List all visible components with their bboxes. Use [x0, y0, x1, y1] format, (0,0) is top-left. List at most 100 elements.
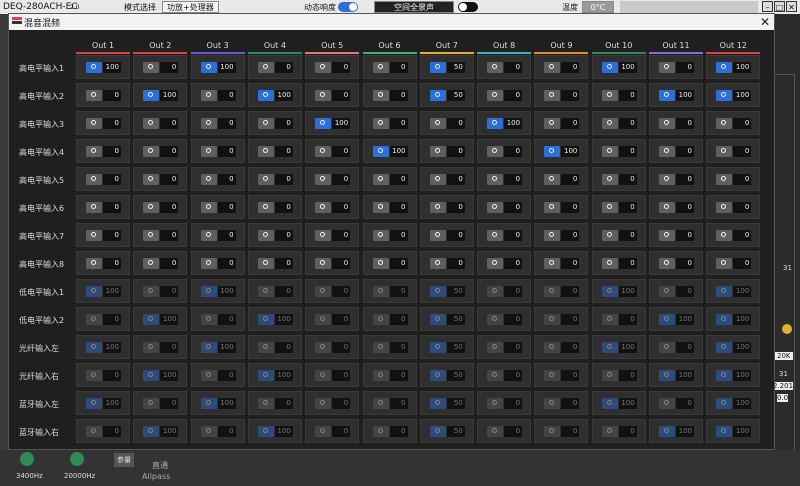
- power-toggle-icon[interactable]: [200, 342, 217, 353]
- power-toggle-icon[interactable]: [429, 62, 446, 73]
- power-toggle-icon[interactable]: [315, 258, 332, 269]
- mix-level-input[interactable]: 100: [217, 342, 236, 353]
- bg-knob-low-icon[interactable]: [20, 452, 34, 466]
- mix-level-input[interactable]: 0: [733, 146, 752, 157]
- mix-level-input[interactable]: 0: [274, 118, 293, 129]
- power-toggle-icon[interactable]: [257, 230, 274, 241]
- dynamic-loudness-toggle[interactable]: [338, 2, 358, 12]
- mix-level-input[interactable]: 0: [160, 258, 179, 269]
- mix-level-input[interactable]: 100: [733, 342, 752, 353]
- power-toggle-icon[interactable]: [544, 398, 561, 409]
- mix-level-input[interactable]: 0: [217, 146, 236, 157]
- mix-level-input[interactable]: 0: [103, 230, 121, 241]
- power-toggle-icon[interactable]: [487, 258, 504, 269]
- power-toggle-icon[interactable]: [86, 202, 102, 213]
- power-toggle-icon[interactable]: [372, 426, 389, 437]
- power-toggle-icon[interactable]: [601, 230, 618, 241]
- power-toggle-icon[interactable]: [200, 146, 217, 157]
- power-toggle-icon[interactable]: [429, 286, 446, 297]
- power-toggle-icon[interactable]: [372, 398, 389, 409]
- mix-level-input[interactable]: 0: [561, 426, 580, 437]
- mix-level-input[interactable]: 0: [676, 230, 694, 241]
- mix-level-input[interactable]: 0: [504, 174, 523, 185]
- power-toggle-icon[interactable]: [200, 202, 217, 213]
- power-toggle-icon[interactable]: [659, 90, 675, 101]
- power-toggle-icon[interactable]: [659, 62, 675, 73]
- mix-level-input[interactable]: 0: [561, 90, 580, 101]
- mix-level-input[interactable]: 0: [332, 62, 351, 73]
- power-toggle-icon[interactable]: [544, 90, 561, 101]
- power-toggle-icon[interactable]: [716, 286, 733, 297]
- mix-level-input[interactable]: 100: [160, 314, 179, 325]
- mix-level-input[interactable]: 100: [332, 118, 351, 129]
- mix-level-input[interactable]: 100: [217, 398, 236, 409]
- mix-level-input[interactable]: 0: [103, 314, 121, 325]
- power-toggle-icon[interactable]: [257, 90, 274, 101]
- mix-level-input[interactable]: 50: [446, 398, 465, 409]
- mix-level-input[interactable]: 0: [389, 202, 408, 213]
- mix-level-input[interactable]: 0: [561, 258, 580, 269]
- power-toggle-icon[interactable]: [257, 370, 274, 381]
- power-toggle-icon[interactable]: [257, 202, 274, 213]
- mix-level-input[interactable]: 0: [618, 314, 637, 325]
- mix-level-input[interactable]: 0: [389, 230, 408, 241]
- mix-level-input[interactable]: 100: [103, 62, 121, 73]
- power-toggle-icon[interactable]: [716, 174, 733, 185]
- power-toggle-icon[interactable]: [315, 118, 332, 129]
- power-toggle-icon[interactable]: [659, 286, 675, 297]
- mix-level-input[interactable]: 0: [561, 286, 580, 297]
- power-toggle-icon[interactable]: [601, 62, 618, 73]
- power-toggle-icon[interactable]: [659, 426, 675, 437]
- power-toggle-icon[interactable]: [601, 398, 618, 409]
- power-toggle-icon[interactable]: [601, 258, 618, 269]
- mix-level-input[interactable]: 0: [561, 202, 580, 213]
- power-toggle-icon[interactable]: [315, 174, 332, 185]
- power-toggle-icon[interactable]: [257, 258, 274, 269]
- power-toggle-icon[interactable]: [487, 118, 504, 129]
- mix-level-input[interactable]: 100: [160, 370, 179, 381]
- mix-level-input[interactable]: 0: [160, 202, 179, 213]
- power-toggle-icon[interactable]: [86, 174, 102, 185]
- power-toggle-icon[interactable]: [257, 174, 274, 185]
- power-toggle-icon[interactable]: [544, 230, 561, 241]
- mix-level-input[interactable]: 0: [389, 62, 408, 73]
- mix-level-input[interactable]: 0: [389, 314, 408, 325]
- mix-level-input[interactable]: 100: [733, 398, 752, 409]
- mix-level-input[interactable]: 0: [504, 314, 523, 325]
- mix-level-input[interactable]: 0: [504, 342, 523, 353]
- mix-level-input[interactable]: 0: [618, 370, 637, 381]
- mix-level-input[interactable]: 0: [733, 258, 752, 269]
- mix-level-input[interactable]: 0: [389, 90, 408, 101]
- power-toggle-icon[interactable]: [429, 426, 446, 437]
- mix-level-input[interactable]: 100: [618, 62, 637, 73]
- space-surround-button[interactable]: 空间全景声: [374, 1, 454, 13]
- power-toggle-icon[interactable]: [487, 174, 504, 185]
- power-toggle-icon[interactable]: [601, 202, 618, 213]
- power-toggle-icon[interactable]: [143, 118, 160, 129]
- mix-level-input[interactable]: 0: [389, 342, 408, 353]
- power-toggle-icon[interactable]: [143, 258, 160, 269]
- bg-knob-high-icon[interactable]: [70, 452, 84, 466]
- power-toggle-icon[interactable]: [86, 118, 102, 129]
- mix-level-input[interactable]: 0: [618, 426, 637, 437]
- power-toggle-icon[interactable]: [257, 314, 274, 325]
- mix-level-input[interactable]: 0: [160, 62, 179, 73]
- power-toggle-icon[interactable]: [659, 342, 675, 353]
- mix-level-input[interactable]: 0: [332, 398, 351, 409]
- power-toggle-icon[interactable]: [487, 202, 504, 213]
- power-toggle-icon[interactable]: [315, 426, 332, 437]
- mix-level-input[interactable]: 0: [332, 370, 351, 381]
- mix-level-input[interactable]: 100: [676, 314, 694, 325]
- mix-level-input[interactable]: 0: [274, 146, 293, 157]
- mix-level-input[interactable]: 0: [274, 258, 293, 269]
- power-toggle-icon[interactable]: [544, 202, 561, 213]
- mix-level-input[interactable]: 0: [274, 62, 293, 73]
- mix-level-input[interactable]: 0: [103, 174, 121, 185]
- mix-level-input[interactable]: 0: [103, 426, 121, 437]
- power-toggle-icon[interactable]: [86, 62, 102, 73]
- power-toggle-icon[interactable]: [200, 258, 217, 269]
- power-toggle-icon[interactable]: [429, 398, 446, 409]
- power-toggle-icon[interactable]: [257, 146, 274, 157]
- power-toggle-icon[interactable]: [429, 174, 446, 185]
- mix-level-input[interactable]: 100: [618, 286, 637, 297]
